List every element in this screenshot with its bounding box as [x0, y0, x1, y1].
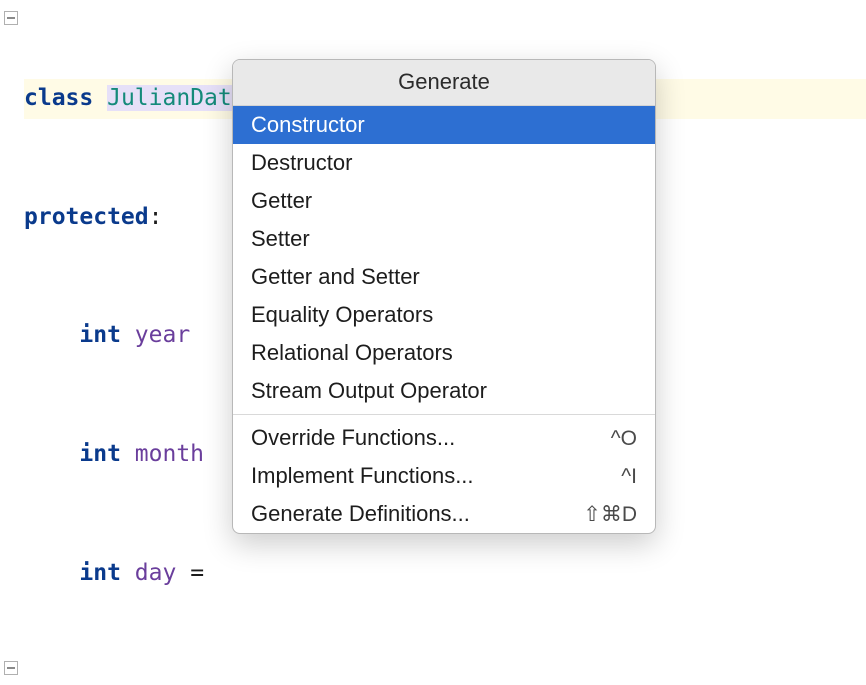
menu-item-label: Getter [251, 190, 312, 212]
class-name: JulianDate [107, 85, 245, 111]
member-month: month [135, 441, 204, 467]
member-year: year [135, 322, 190, 348]
space [121, 560, 135, 586]
gutter [0, 0, 24, 685]
menu-item-label: Destructor [251, 152, 352, 174]
keyword-class: class [24, 85, 93, 111]
colon: : [149, 204, 163, 230]
space [121, 322, 135, 348]
menu-item-relational-operators[interactable]: Relational Operators [233, 334, 655, 372]
indent [24, 322, 79, 348]
menu-item-shortcut: ^O [611, 428, 637, 449]
type-int: int [79, 441, 121, 467]
rest [190, 322, 204, 348]
menu-item-generate-definitions[interactable]: Generate Definitions... ⇧⌘D [233, 495, 655, 533]
menu-item-label: Setter [251, 228, 310, 250]
popup-title: Generate [233, 60, 655, 106]
type-int: int [79, 322, 121, 348]
menu-item-destructor[interactable]: Destructor [233, 144, 655, 182]
space [93, 85, 107, 111]
menu-item-override-functions[interactable]: Override Functions... ^O [233, 419, 655, 457]
code-line[interactable]: int day = [24, 554, 866, 594]
menu-item-label: Stream Output Operator [251, 380, 487, 402]
generate-popup[interactable]: Generate Constructor Destructor Getter S… [232, 59, 656, 534]
fold-toggle-icon[interactable] [4, 661, 18, 675]
menu-item-shortcut: ⇧⌘D [583, 504, 637, 525]
fold-toggle-icon[interactable] [4, 11, 18, 25]
menu-item-getter[interactable]: Getter [233, 182, 655, 220]
menu-item-label: Equality Operators [251, 304, 433, 326]
menu-item-getter-setter[interactable]: Getter and Setter [233, 258, 655, 296]
menu-item-constructor[interactable]: Constructor [233, 106, 655, 144]
menu-item-stream-output[interactable]: Stream Output Operator [233, 372, 655, 410]
menu-item-label: Relational Operators [251, 342, 453, 364]
type-int: int [79, 560, 121, 586]
rest: = [176, 560, 218, 586]
space [121, 441, 135, 467]
menu-item-equality-operators[interactable]: Equality Operators [233, 296, 655, 334]
menu-item-label: Override Functions... [251, 427, 455, 449]
menu-item-label: Getter and Setter [251, 266, 420, 288]
menu-item-implement-functions[interactable]: Implement Functions... ^I [233, 457, 655, 495]
menu-item-shortcut: ^I [621, 466, 637, 487]
indent [24, 441, 79, 467]
menu-item-label: Implement Functions... [251, 465, 474, 487]
menu-item-label: Constructor [251, 114, 365, 136]
keyword-protected: protected [24, 204, 149, 230]
code-editor[interactable]: class JulianDate{ protected: int year in… [0, 0, 866, 685]
menu-item-label: Generate Definitions... [251, 503, 470, 525]
indent [24, 560, 79, 586]
code-line-blank[interactable] [24, 672, 866, 685]
member-day: day [135, 560, 177, 586]
menu-separator [233, 414, 655, 415]
menu-item-setter[interactable]: Setter [233, 220, 655, 258]
